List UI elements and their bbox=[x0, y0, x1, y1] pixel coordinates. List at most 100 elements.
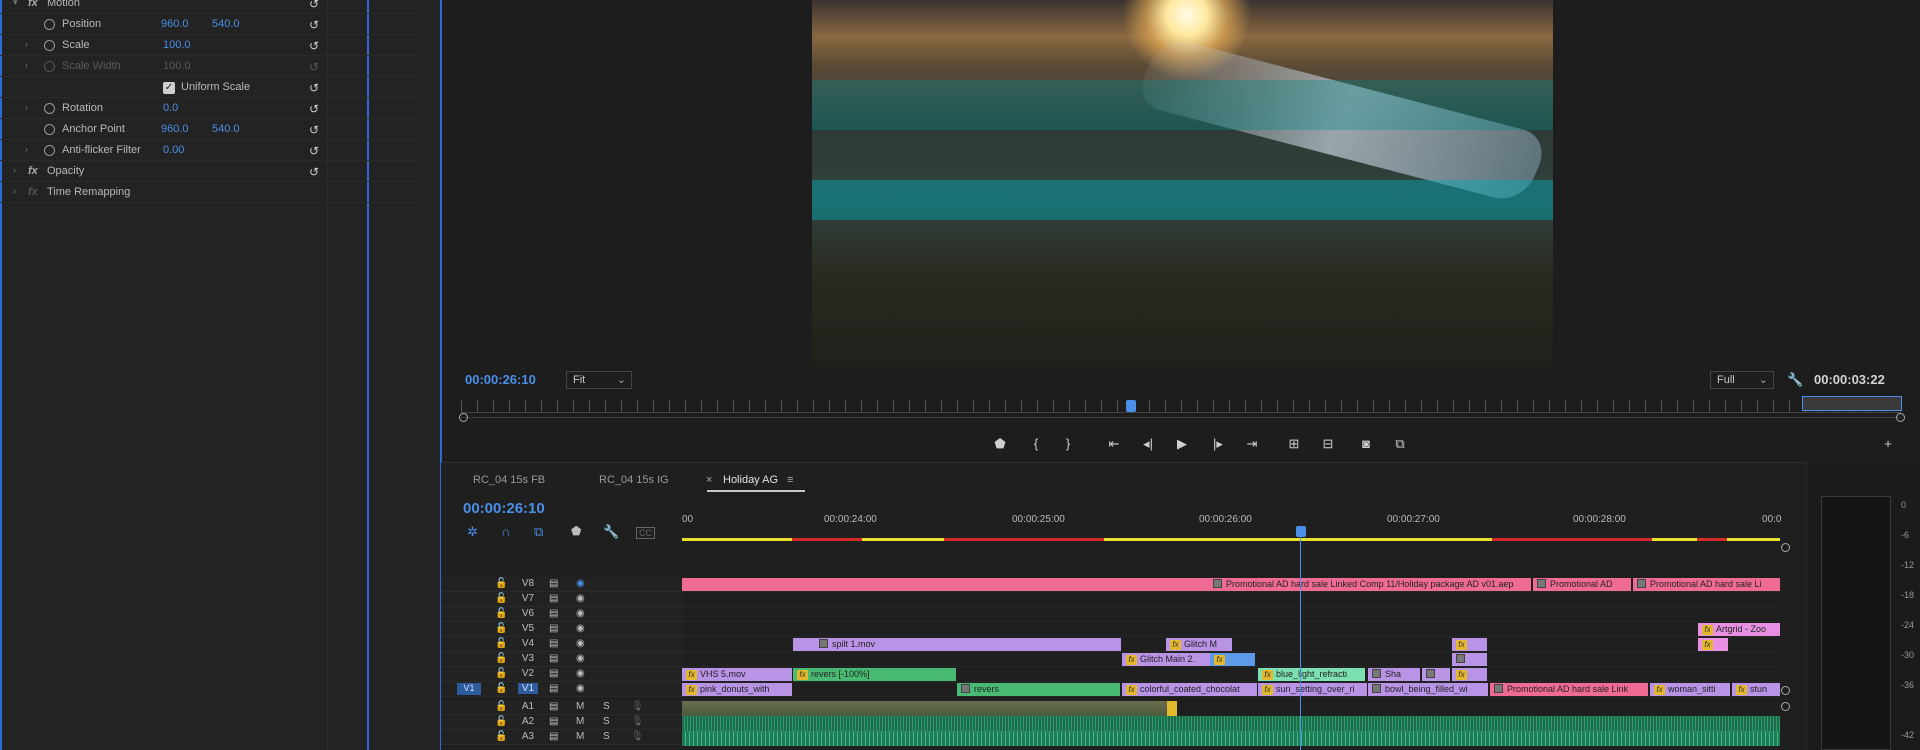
eye-icon[interactable]: ◉ bbox=[576, 578, 585, 589]
expand-chevron-icon[interactable]: › bbox=[13, 186, 16, 196]
position-x-value[interactable]: 960.0 bbox=[161, 18, 189, 30]
track-name[interactable]: V2 bbox=[518, 668, 538, 679]
timeline-clip[interactable]: revers bbox=[957, 683, 1120, 696]
add-button-icon[interactable]: + bbox=[1878, 436, 1898, 454]
comparison-view-icon[interactable]: ⧉ bbox=[1390, 436, 1410, 454]
add-marker-icon[interactable]: ⬟ bbox=[571, 524, 581, 538]
program-ruler[interactable] bbox=[461, 400, 1901, 413]
mute-button[interactable]: M bbox=[576, 731, 584, 742]
track-name[interactable]: V6 bbox=[518, 608, 538, 619]
position-y-value[interactable]: 540.0 bbox=[212, 18, 240, 30]
stopwatch-icon[interactable] bbox=[44, 40, 55, 51]
reset-icon[interactable]: ↺ bbox=[309, 165, 319, 179]
zoom-handle-left[interactable] bbox=[459, 413, 468, 422]
expand-chevron-icon[interactable]: › bbox=[25, 60, 28, 70]
source-patch[interactable]: V1 bbox=[457, 683, 481, 695]
track-name[interactable]: A2 bbox=[518, 716, 538, 727]
fit-select[interactable]: Fit ⌄ bbox=[566, 371, 632, 389]
track-lane-v6[interactable] bbox=[682, 607, 1780, 622]
reset-icon[interactable]: ↺ bbox=[309, 102, 319, 116]
audio-clip[interactable] bbox=[682, 701, 1167, 716]
lock-icon[interactable]: 🔓 bbox=[495, 638, 507, 649]
eye-icon[interactable]: ◉ bbox=[576, 653, 585, 664]
step-back-icon[interactable]: ◂| bbox=[1138, 436, 1158, 454]
timeline-clip[interactable]: fx pink_donuts_with bbox=[682, 683, 792, 696]
stopwatch-icon[interactable] bbox=[44, 145, 55, 156]
expand-chevron-icon[interactable]: › bbox=[25, 102, 28, 112]
anti-flicker-value[interactable]: 0.00 bbox=[163, 144, 184, 156]
microphone-icon[interactable]: 🎙 bbox=[631, 701, 644, 712]
stopwatch-icon[interactable] bbox=[44, 124, 55, 135]
lock-icon[interactable]: 🔓 bbox=[495, 701, 507, 712]
track-name[interactable]: V4 bbox=[518, 638, 538, 649]
sync-lock-icon[interactable]: ▤ bbox=[549, 608, 558, 619]
uniform-scale-checkbox[interactable]: ✓ bbox=[163, 82, 175, 94]
tab-rc04-ig[interactable]: RC_04 15s IG bbox=[599, 474, 669, 486]
timeline-clip[interactable] bbox=[1452, 653, 1487, 666]
sync-lock-icon[interactable]: ▤ bbox=[549, 668, 558, 679]
zoom-handle-right[interactable] bbox=[1896, 413, 1905, 422]
lock-icon[interactable]: 🔓 bbox=[495, 731, 507, 742]
captions-icon[interactable]: CC bbox=[636, 527, 655, 539]
expand-chevron-icon[interactable]: ▾ bbox=[13, 0, 18, 8]
solo-button[interactable]: S bbox=[603, 701, 610, 712]
quality-select[interactable]: Full ⌄ bbox=[1710, 371, 1774, 389]
timeline-clip[interactable]: Promotional AD hard sale Linked Comp 11/… bbox=[1209, 578, 1531, 591]
timeline-clip[interactable]: Promotional AD hard sale Link bbox=[1490, 683, 1648, 696]
sync-lock-icon[interactable]: ▤ bbox=[549, 701, 558, 712]
play-icon[interactable]: ▶ bbox=[1172, 436, 1192, 454]
tab-holiday-ag[interactable]: Holiday AG bbox=[723, 474, 778, 486]
sync-lock-icon[interactable]: ▤ bbox=[549, 638, 558, 649]
scroll-handle[interactable] bbox=[1781, 686, 1790, 695]
sync-lock-icon[interactable]: ▤ bbox=[549, 593, 558, 604]
timeline-clip[interactable]: fx Glitch M bbox=[1166, 638, 1232, 651]
zoom-bar[interactable] bbox=[461, 417, 1901, 418]
lock-icon[interactable]: 🔓 bbox=[495, 623, 507, 634]
track-name[interactable]: A3 bbox=[518, 731, 538, 742]
sequence-timecode[interactable]: 00:00:26:10 bbox=[463, 500, 545, 517]
timeline-clip[interactable]: spilt 1.mov bbox=[793, 638, 1121, 651]
sync-lock-icon[interactable]: ▤ bbox=[549, 731, 558, 742]
timeline-playhead[interactable] bbox=[1296, 526, 1306, 537]
eye-icon[interactable]: ◉ bbox=[576, 608, 585, 619]
timeline-clip[interactable]: fx revers [-100%] bbox=[793, 668, 956, 681]
timeline-clip[interactable]: fx VHS 5.mov bbox=[682, 668, 792, 681]
rotation-value[interactable]: 0.0 bbox=[163, 102, 178, 114]
reset-icon[interactable]: ↺ bbox=[309, 144, 319, 158]
track-name[interactable]: V3 bbox=[518, 653, 538, 664]
timeline-clip[interactable]: fx bbox=[1210, 653, 1255, 666]
mark-in-icon[interactable]: { bbox=[1026, 436, 1046, 454]
mute-button[interactable]: M bbox=[576, 716, 584, 727]
timeline-ruler[interactable]: 00 00:00:24:00 00:00:25:00 00:00:26:00 0… bbox=[682, 505, 1781, 542]
mute-button[interactable]: M bbox=[576, 701, 584, 712]
sync-lock-icon[interactable]: ▤ bbox=[549, 578, 558, 589]
track-name[interactable]: V7 bbox=[518, 593, 538, 604]
timeline-clip[interactable]: fx woman_sitti bbox=[1650, 683, 1730, 696]
eye-icon[interactable]: ◉ bbox=[576, 683, 585, 694]
wrench-icon[interactable]: 🔧 bbox=[603, 524, 619, 540]
sync-lock-icon[interactable]: ▤ bbox=[549, 653, 558, 664]
eye-icon[interactable]: ◉ bbox=[576, 623, 585, 634]
eye-icon[interactable]: ◉ bbox=[576, 668, 585, 679]
lock-icon[interactable]: 🔓 bbox=[495, 683, 507, 694]
track-lane-v5[interactable]: fx Artgrid - Zoo bbox=[682, 622, 1780, 637]
opacity-row[interactable]: › fx Opacity ↺ bbox=[0, 162, 420, 182]
reset-icon[interactable]: ↺ bbox=[309, 0, 319, 11]
track-lane-v4[interactable]: spilt 1.mov fx Glitch M fx fx bbox=[682, 637, 1780, 652]
add-marker-icon[interactable]: ⬟ bbox=[990, 436, 1010, 454]
scale-value[interactable]: 100.0 bbox=[163, 39, 191, 51]
track-name[interactable]: V5 bbox=[518, 623, 538, 634]
sync-lock-icon[interactable]: ▤ bbox=[549, 623, 558, 634]
anchor-x-value[interactable]: 960.0 bbox=[161, 123, 189, 135]
lock-icon[interactable]: 🔓 bbox=[495, 716, 507, 727]
track-lane-v2[interactable]: fx VHS 5.mov fx revers [-100%] fx blue_ligh… bbox=[682, 667, 1780, 682]
track-lane-v1[interactable]: fx pink_donuts_with revers fx colorful_coa… bbox=[682, 682, 1780, 697]
close-icon[interactable]: × bbox=[706, 474, 712, 486]
track-lane-v3[interactable]: fx Glitch Main 2. fx bbox=[682, 652, 1780, 667]
track-name[interactable]: A1 bbox=[518, 701, 538, 712]
snap-icon[interactable]: ∩ bbox=[501, 524, 510, 539]
linked-selection-icon[interactable]: ⧉ bbox=[534, 524, 543, 540]
track-name[interactable]: V8 bbox=[518, 578, 538, 589]
timeline-clip[interactable]: fx bbox=[1452, 638, 1487, 651]
wrench-icon[interactable]: 🔧 bbox=[1787, 372, 1803, 388]
